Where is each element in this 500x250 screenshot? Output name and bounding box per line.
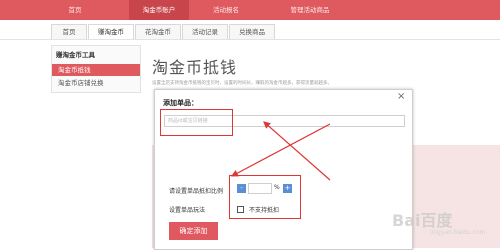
annotation-box-settings: [229, 175, 301, 219]
sidebar: 赚淘金币工具 淘金币抵钱 淘金币店铺兑换: [51, 45, 141, 93]
tab-records[interactable]: 活动记录: [182, 24, 228, 39]
play-label: 设置单品玩法: [169, 207, 206, 214]
nav-item-home[interactable]: 首页: [55, 0, 95, 20]
nav-item-account[interactable]: 淘金币账户: [129, 0, 189, 20]
ratio-label: 请设置单品抵扣比例: [169, 188, 224, 195]
tab-spend[interactable]: 花淘金币: [135, 24, 181, 39]
sub-tabs: 首页 赚淘金币 花淘金币 活动记录 兑换商品: [0, 22, 500, 40]
sidebar-item-shop-exchange[interactable]: 淘金币店铺兑换: [52, 77, 140, 89]
close-icon[interactable]: ×: [397, 91, 405, 103]
nav-item-manage[interactable]: 管理活动商品: [275, 0, 345, 20]
sidebar-title: 赚淘金币工具: [56, 51, 95, 59]
tab-home[interactable]: 首页: [51, 24, 87, 39]
tab-exchange[interactable]: 兑换商品: [229, 24, 275, 39]
page-description: 设置全店支持淘金币抵钱的宝贝时，设置的时间长，赚取的淘金币越多，获得流量就越多。: [152, 80, 452, 88]
nav-item-events[interactable]: 活动报名: [196, 0, 256, 20]
baidu-watermark-url: jingyan.baidu.com: [430, 229, 486, 236]
baidu-watermark: Bai百度: [392, 211, 453, 230]
dialog-title: 添加单品：: [163, 99, 198, 107]
page-title: 淘金币抵钱: [152, 58, 238, 77]
description-line-1: 设置全店支持淘金币抵钱的宝贝时，设置的时间长，赚取的淘金币越多，获得流量就越多。: [152, 81, 332, 86]
tab-earn[interactable]: 赚淘金币: [88, 24, 134, 39]
sidebar-item-coin-offset[interactable]: 淘金币抵钱: [52, 64, 140, 76]
confirm-add-button[interactable]: 确定添加: [169, 222, 218, 240]
top-nav: 首页 淘金币账户 活动报名 管理活动商品: [0, 0, 500, 20]
annotation-box-input: [160, 109, 233, 136]
